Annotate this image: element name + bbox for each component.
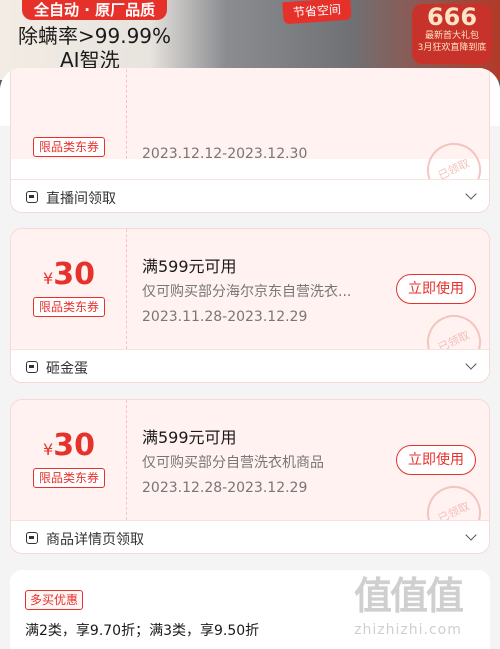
coupon-card: ¥30 限品类东券 满599元可用 仅可购买部分海尔京东自营洗衣... 2023… xyxy=(10,228,490,383)
use-now-button[interactable]: 立即使用 xyxy=(396,445,476,475)
coupon-condition: 满599元可用 xyxy=(142,257,237,276)
coupon-card: ¥30 限品类东券 满599元可用 仅可购买部分自营洗衣机商品 2023.12.… xyxy=(10,399,490,554)
coupon-body: ¥30 限品类东券 满599元可用 仅可购买部分海尔京东自营洗衣... 2023… xyxy=(11,229,489,349)
coupon-amount: ¥30 xyxy=(11,428,127,463)
limit-tag: 限品类东券 xyxy=(33,468,106,488)
banner-pill: 全自动 · 原厂品质 xyxy=(22,0,168,20)
use-now-button[interactable]: 立即使用 xyxy=(396,274,476,304)
watermark-url: zhizhizhi.com xyxy=(354,622,462,638)
multi-buy-tag: 多买优惠 xyxy=(25,590,84,610)
coupon-source: 直播间领取 xyxy=(46,191,116,207)
coupon-source-icon xyxy=(26,191,38,203)
coupon-body: 限品类东券 2023.12.12-2023.12.30 xyxy=(11,68,489,162)
currency-symbol: ¥ xyxy=(43,440,54,459)
banner-tag: 节省空间 xyxy=(282,0,352,25)
badge-line1: 最新首大礼包 xyxy=(424,31,479,41)
coupon-value-area: ¥30 限品类东券 xyxy=(11,400,127,520)
chevron-down-icon[interactable] xyxy=(465,358,477,370)
coupon-source-row[interactable]: 商品详情页领取 xyxy=(11,520,489,553)
watermark-logo: 值值值 xyxy=(353,574,464,618)
coupon-source: 砸金蛋 xyxy=(46,361,88,377)
amount-value: 30 xyxy=(53,257,95,292)
coupon-value-area: ¥30 限品类东券 xyxy=(11,229,127,349)
coupon-source-icon xyxy=(26,532,38,544)
coupon-sheet: 优惠 限品类东券 2023.12.12-2023.12.30 已领取 直播间领取… xyxy=(0,68,500,649)
multi-buy-panel: 多买优惠 满2类，享9.70折；满3类，享9.50折 值值值 zhizhizhi… xyxy=(10,570,490,649)
coupon-dates: 2023.11.28-2023.12.29 xyxy=(142,309,308,325)
badge-line2: 3月狂欢直降到底 xyxy=(417,43,487,53)
banner-badge: 666 最新首大礼包 3月狂欢直降到底 xyxy=(412,4,492,64)
multi-buy-text: 满2类，享9.70折；满3类，享9.50折 xyxy=(25,623,260,639)
coupon-source-icon xyxy=(26,361,38,373)
coupon-amount: ¥30 xyxy=(11,257,127,292)
coupon-body: ¥30 限品类东券 满599元可用 仅可购买部分自营洗衣机商品 2023.12.… xyxy=(11,400,489,520)
coupon-value-area: 限品类东券 xyxy=(11,68,127,159)
limit-tag: 限品类东券 xyxy=(33,297,106,317)
coupon-source-row[interactable]: 砸金蛋 xyxy=(11,349,489,382)
chevron-down-icon[interactable] xyxy=(465,529,477,541)
amount-value: 30 xyxy=(53,428,95,463)
currency-symbol: ¥ xyxy=(43,269,54,288)
coupon-source-row[interactable]: 直播间领取 xyxy=(11,179,489,212)
coupon-dates: 2023.12.28-2023.12.29 xyxy=(142,480,308,496)
coupon-condition: 满599元可用 xyxy=(142,428,237,447)
coupon-description: 仅可购买部分自营洗衣机商品 xyxy=(142,455,324,471)
badge-number: 666 xyxy=(426,3,478,31)
coupon-dates: 2023.12.12-2023.12.30 xyxy=(142,146,308,162)
coupon-description: 仅可购买部分海尔京东自营洗衣... xyxy=(142,284,352,300)
site-watermark: 值值值 zhizhizhi.com xyxy=(338,570,478,649)
chevron-down-icon[interactable] xyxy=(465,188,477,200)
limit-tag: 限品类东券 xyxy=(33,137,106,157)
coupon-source: 商品详情页领取 xyxy=(46,532,144,548)
coupon-card: 限品类东券 2023.12.12-2023.12.30 已领取 直播间领取 xyxy=(10,68,490,213)
